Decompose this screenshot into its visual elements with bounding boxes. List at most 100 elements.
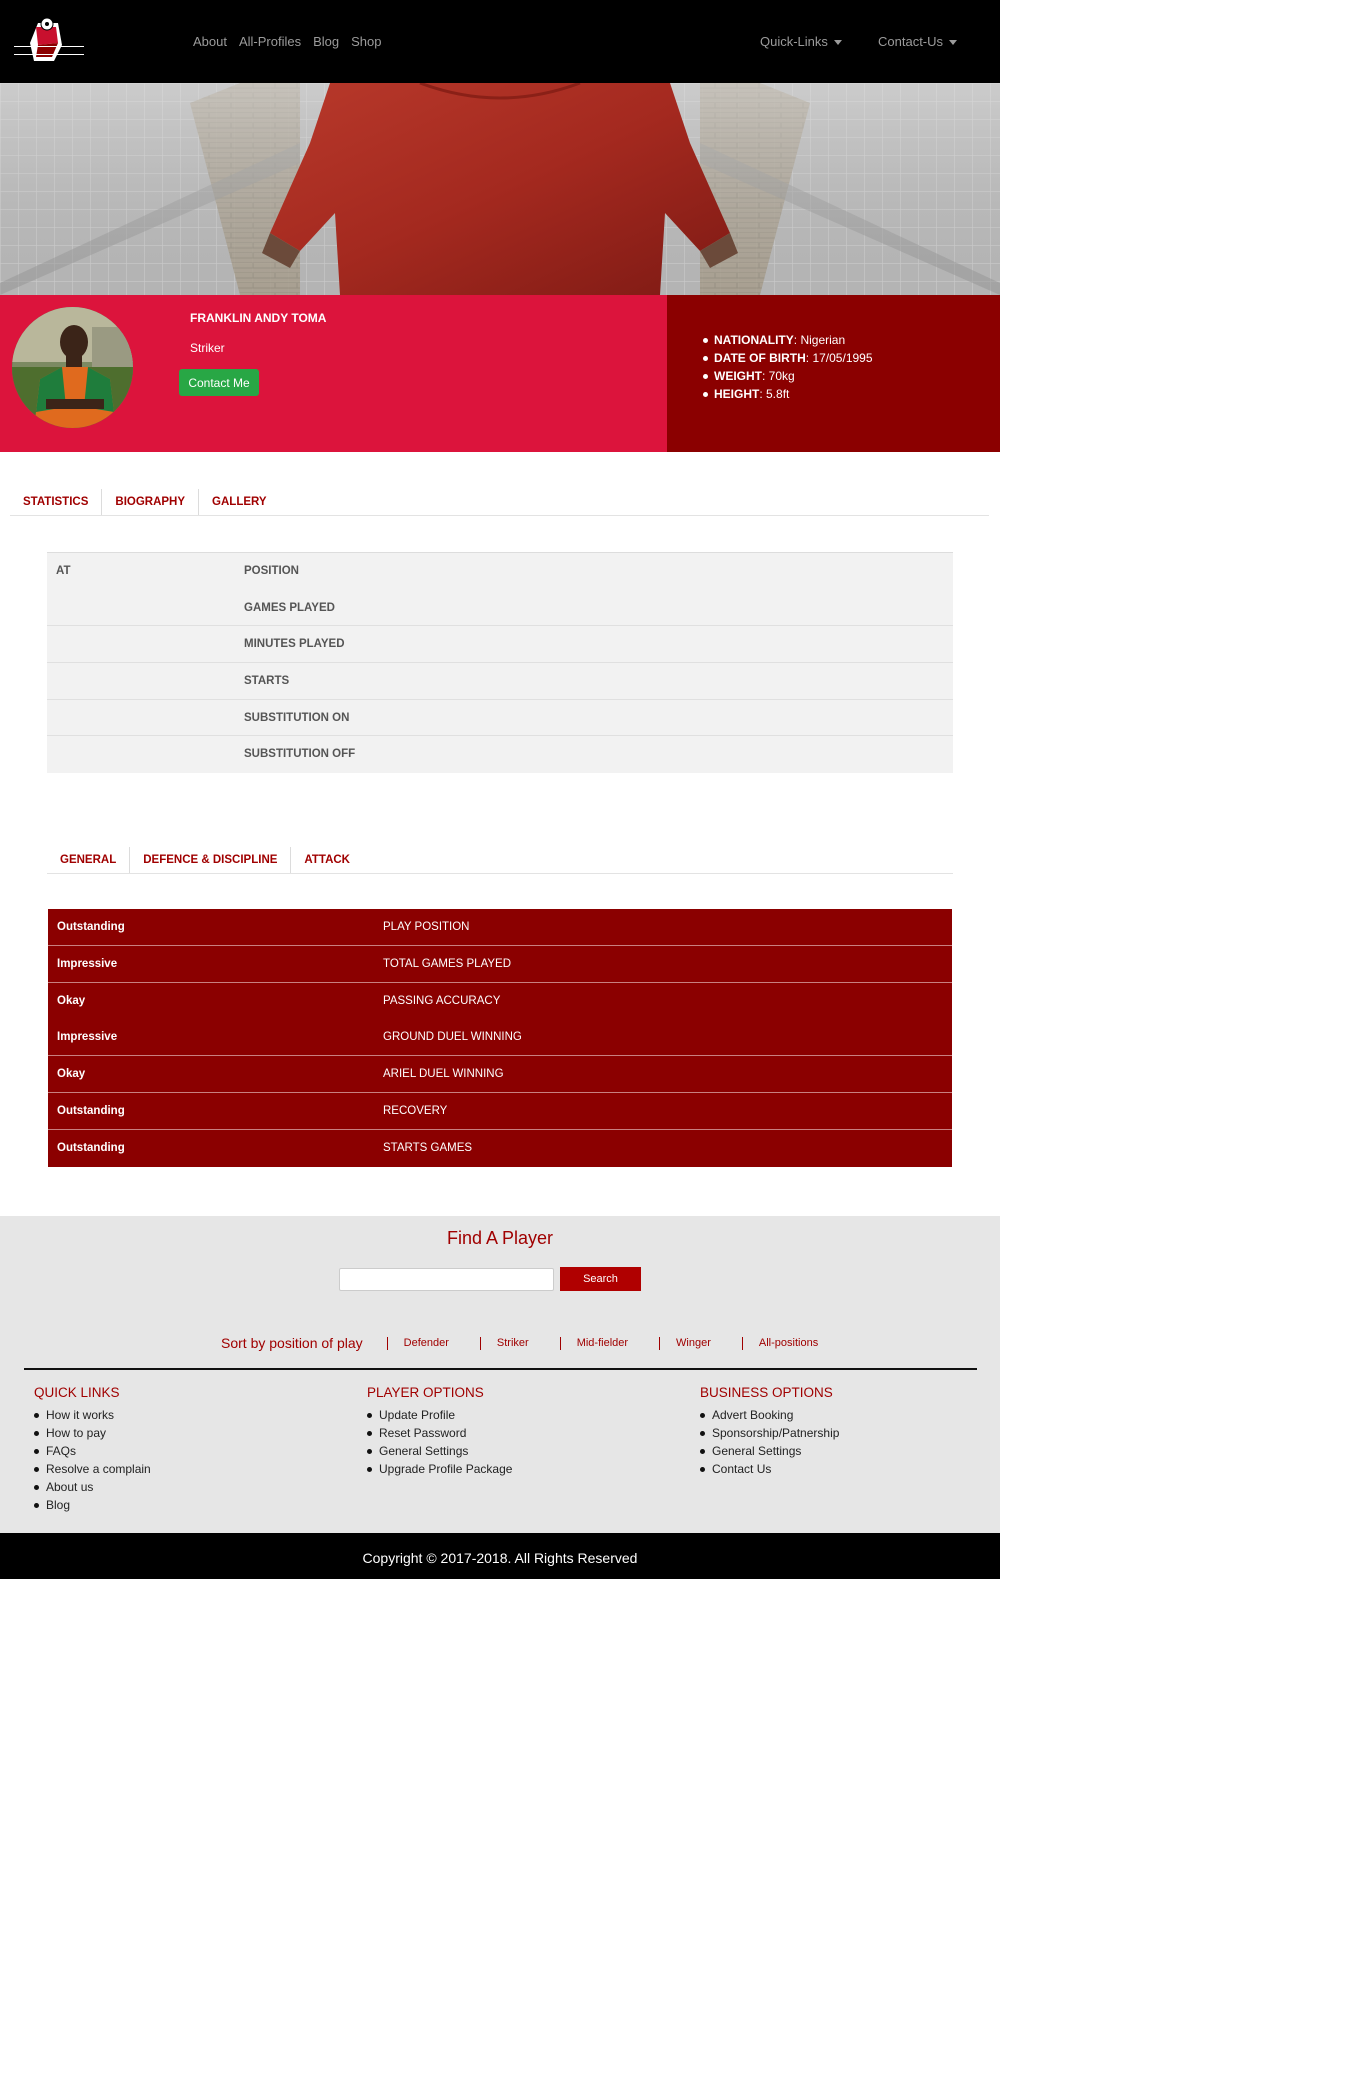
quick-links-column: QUICK LINKS How it works How to pay FAQs… bbox=[34, 1385, 151, 1514]
table-row: Outstanding PLAY POSITION bbox=[48, 909, 952, 946]
rating-value: Outstanding bbox=[57, 1141, 125, 1154]
table-row: Okay ARIEL DUEL WINNING bbox=[48, 1056, 952, 1093]
footer-link[interactable]: Advert Booking bbox=[700, 1406, 839, 1424]
table-row: Okay PASSING ACCURACY bbox=[48, 983, 952, 1020]
player-info-list: NATIONALITY: Nigerian DATE OF BIRTH: 17/… bbox=[703, 331, 873, 403]
footer-divider bbox=[24, 1368, 977, 1370]
rating-label: RECOVERY bbox=[383, 1104, 448, 1117]
stat-label: POSITION bbox=[244, 565, 299, 577]
player-position: Striker bbox=[190, 341, 225, 355]
contact-me-button[interactable]: Contact Me bbox=[179, 369, 259, 396]
quick-links-dropdown[interactable]: Quick-Links bbox=[760, 34, 842, 49]
tab-gallery[interactable]: GALLERY bbox=[198, 489, 280, 515]
tab-defence-discipline[interactable]: DEFENCE & DISCIPLINE bbox=[129, 847, 290, 873]
profile-tabs: STATISTICS BIOGRAPHY GALLERY bbox=[10, 489, 989, 516]
rating-label: PASSING ACCURACY bbox=[383, 994, 501, 1007]
footer-link[interactable]: Sponsorship/Patnership bbox=[700, 1424, 839, 1442]
rating-value: Okay bbox=[57, 994, 86, 1007]
footer-link[interactable]: General Settings bbox=[367, 1442, 512, 1460]
info-value: : 17/05/1995 bbox=[805, 351, 873, 365]
footer-link[interactable]: Reset Password bbox=[367, 1424, 512, 1442]
chevron-down-icon bbox=[833, 40, 842, 46]
profile-summary: FRANKLIN ANDY TOMA Striker Contact Me bbox=[0, 295, 667, 452]
footer-link[interactable]: FAQs bbox=[34, 1442, 151, 1460]
sort-winger[interactable]: Winger bbox=[659, 1336, 711, 1350]
table-row: Outstanding RECOVERY bbox=[48, 1093, 952, 1130]
footer-link[interactable]: Resolve a complain bbox=[34, 1460, 151, 1478]
footer-link[interactable]: Contact Us bbox=[700, 1460, 839, 1478]
sort-striker[interactable]: Striker bbox=[479, 1336, 529, 1350]
stat-label: MINUTES PLAYED bbox=[244, 638, 345, 651]
contact-us-label: Contact-Us bbox=[878, 34, 944, 49]
dob-item: DATE OF BIRTH: 17/05/1995 bbox=[703, 349, 873, 367]
info-value: : Nigerian bbox=[793, 333, 846, 347]
page: About All-Profiles Blog Shop Quick-Links… bbox=[0, 0, 1000, 1579]
info-label: WEIGHT bbox=[714, 369, 762, 383]
main-nav: About All-Profiles Blog Shop bbox=[193, 34, 382, 49]
table-row: Impressive GROUND DUEL WINNING bbox=[48, 1019, 952, 1057]
nav-shop[interactable]: Shop bbox=[351, 34, 381, 49]
sort-item-label: Striker bbox=[496, 1337, 529, 1349]
nav-about[interactable]: About bbox=[193, 34, 227, 49]
rating-label: TOTAL GAMES PLAYED bbox=[383, 957, 512, 970]
rating-value: Impressive bbox=[57, 1031, 118, 1044]
avatar bbox=[12, 307, 133, 428]
sort-mid-fielder[interactable]: Mid-fielder bbox=[559, 1336, 629, 1350]
rating-value: Okay bbox=[57, 1068, 86, 1081]
footer-link[interactable]: Update Profile bbox=[367, 1406, 512, 1424]
footer-link[interactable]: General Settings bbox=[700, 1442, 839, 1460]
player-info-panel: NATIONALITY: Nigerian DATE OF BIRTH: 17/… bbox=[667, 295, 1000, 452]
link-list: Advert Booking Sponsorship/Patnership Ge… bbox=[700, 1406, 839, 1478]
height-item: HEIGHT: 5.8ft bbox=[703, 385, 873, 403]
table-row: AT POSITION bbox=[47, 553, 953, 590]
table-row: Impressive TOTAL GAMES PLAYED bbox=[48, 946, 952, 983]
info-label: DATE OF BIRTH bbox=[714, 351, 806, 365]
footer-link[interactable]: Blog bbox=[34, 1496, 151, 1514]
info-value: : 70kg bbox=[762, 369, 795, 383]
site-logo[interactable] bbox=[12, 15, 86, 67]
sort-item-label: Winger bbox=[676, 1337, 711, 1349]
search-button[interactable]: Search bbox=[560, 1267, 641, 1291]
sort-item-label: All-positions bbox=[758, 1337, 819, 1349]
sort-label: Sort by position of play bbox=[221, 1335, 363, 1351]
contact-us-dropdown[interactable]: Contact-Us bbox=[878, 34, 958, 49]
tab-biography[interactable]: BIOGRAPHY bbox=[101, 489, 198, 515]
stat-label: SUBSTITUTION OFF bbox=[244, 748, 356, 761]
info-label: NATIONALITY bbox=[714, 333, 794, 347]
divider bbox=[479, 1336, 481, 1350]
ratings-table: Outstanding PLAY POSITION Impressive TOT… bbox=[48, 909, 952, 1167]
divider bbox=[659, 1336, 661, 1350]
sort-defender[interactable]: Defender bbox=[386, 1336, 449, 1350]
player-options-column: PLAYER OPTIONS Update Profile Reset Pass… bbox=[367, 1385, 512, 1478]
column-title: QUICK LINKS bbox=[34, 1385, 120, 1400]
nav-all-profiles[interactable]: All-Profiles bbox=[239, 34, 301, 49]
rating-value: Impressive bbox=[57, 957, 118, 970]
footer-link[interactable]: How to pay bbox=[34, 1424, 151, 1442]
sort-all-positions[interactable]: All-positions bbox=[741, 1336, 819, 1350]
statistics-table: AT POSITION GAMES PLAYED MINUTES PLAYED … bbox=[47, 552, 953, 774]
cover-photo bbox=[0, 83, 1000, 295]
table-row: GAMES PLAYED bbox=[47, 590, 953, 627]
tab-attack[interactable]: ATTACK bbox=[290, 847, 363, 873]
stat-label: SUBSTITUTION ON bbox=[244, 711, 350, 724]
footer-link[interactable]: About us bbox=[34, 1478, 151, 1496]
table-row: MINUTES PLAYED bbox=[47, 626, 953, 664]
sort-item-label: Defender bbox=[403, 1337, 449, 1349]
link-list: Update Profile Reset Password General Se… bbox=[367, 1406, 512, 1478]
player-name: FRANKLIN ANDY TOMA bbox=[190, 311, 327, 325]
tab-general[interactable]: GENERAL bbox=[47, 847, 129, 873]
tab-statistics[interactable]: STATISTICS bbox=[10, 489, 101, 515]
link-list: How it works How to pay FAQs Resolve a c… bbox=[34, 1406, 151, 1514]
sort-item-label: Mid-fielder bbox=[576, 1337, 629, 1349]
nationality-item: NATIONALITY: Nigerian bbox=[703, 331, 873, 349]
footer-link[interactable]: Upgrade Profile Package bbox=[367, 1460, 512, 1478]
rating-value: Outstanding bbox=[57, 1104, 125, 1117]
table-row: SUBSTITUTION ON bbox=[47, 700, 953, 737]
nav-blog[interactable]: Blog bbox=[313, 34, 339, 49]
rating-tabs: GENERAL DEFENCE & DISCIPLINE ATTACK bbox=[47, 847, 953, 874]
search-input[interactable] bbox=[339, 1268, 554, 1291]
info-value: : 5.8ft bbox=[759, 387, 790, 401]
footer-link[interactable]: How it works bbox=[34, 1406, 151, 1424]
rating-label: PLAY POSITION bbox=[383, 921, 470, 933]
rating-value: Outstanding bbox=[57, 921, 125, 933]
